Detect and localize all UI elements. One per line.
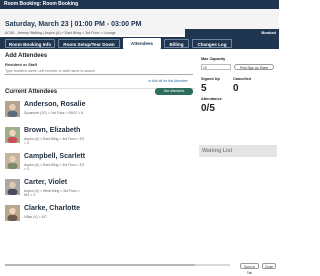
scrollbar-thumb[interactable]: [5, 264, 195, 266]
avatar: [5, 127, 20, 143]
attendee-row[interactable]: Brown, Elizabeth Aspen (A) > East Wing >…: [5, 127, 195, 146]
avatar: [5, 179, 20, 195]
signed-up-count: 5: [201, 83, 207, 94]
print-sign-up-sheet-button[interactable]: Print Sign Up Sheet: [234, 64, 274, 70]
attendee-location: Sycamore (SC) > 3rd Floor > RU02 > A: [24, 111, 84, 115]
current-attendees-title: Current Attendees: [5, 89, 58, 95]
booking-subtitle: AC08 - Jeremy Watling | Aspen (A) > East…: [5, 31, 116, 35]
tab-changes-log[interactable]: Changes Log: [192, 39, 232, 48]
attendee-row[interactable]: Carter, Violet Aspen (A) > West Wing > 3…: [5, 179, 195, 198]
status-bar: Booked: [185, 29, 279, 37]
close-button[interactable]: Close: [262, 263, 276, 269]
tab-room-booking-info[interactable]: Room Booking Info: [5, 39, 55, 48]
open-in-tab-button[interactable]: Open in Tab: [240, 263, 259, 275]
resident-staff-label: Resident or Staff: [5, 62, 38, 67]
attendance-label: Attendance: [201, 97, 222, 101]
booking-title: Saturday, March 23 | 01:00 PM - 03:00 PM: [5, 21, 142, 28]
attendance-count: 0/5: [201, 103, 215, 114]
max-capacity-input[interactable]: 10: [201, 64, 231, 70]
attendee-location: Aspen (A) > East Wing > 3rd Floor > E3 >…: [24, 163, 84, 171]
see-attendees-button[interactable]: See Attendees: [155, 88, 193, 95]
avatar: [5, 153, 20, 169]
tab-billing[interactable]: Billing: [164, 39, 189, 48]
attendee-search-input[interactable]: [5, 68, 193, 75]
booking-header: Saturday, March 23 | 01:00 PM - 03:00 PM…: [0, 9, 279, 37]
attendee-location: Aspen (A) > West Wing > 3rd Floor > W3 >…: [24, 189, 80, 197]
avatar: [5, 205, 20, 221]
attendee-name[interactable]: Anderson, Rosalie: [24, 101, 85, 108]
attendee-name[interactable]: Carter, Violet: [24, 179, 67, 186]
attendee-row[interactable]: Anderson, Rosalie Sycamore (SC) > 3rd Fl…: [5, 101, 195, 120]
add-attendees-title: Add Attendees: [5, 53, 48, 59]
attendee-name[interactable]: Brown, Elizabeth: [24, 127, 80, 134]
attendee-location: Aspen (A) > East Wing > 3rd Floor > E3 >…: [24, 137, 84, 145]
tab-attendees[interactable]: Attendees: [123, 38, 161, 49]
avatar: [5, 101, 20, 117]
status-bar-label: Booked: [261, 30, 276, 35]
horizontal-scrollbar[interactable]: [5, 264, 230, 266]
add-all-link[interactable]: or Add all for this Attendee: [148, 79, 188, 83]
window-title: Room Booking: Room Booking: [0, 0, 279, 9]
waiting-list-header: Waiting List: [199, 145, 277, 157]
signed-up-label: Signed Up: [201, 77, 220, 81]
attendee-name[interactable]: Campbell, Scarlett: [24, 153, 85, 160]
attendee-name[interactable]: Clarke, Charlotte: [24, 205, 80, 212]
cancelled-count: 0: [233, 83, 239, 94]
tab-bar: Room Booking Info Room Setup/Tear Down A…: [0, 37, 279, 49]
attendee-row[interactable]: Clarke, Charlotte Villas (V) > 107: [5, 205, 195, 224]
attendee-row[interactable]: Campbell, Scarlett Aspen (A) > East Wing…: [5, 153, 195, 172]
cancelled-label: Cancelled: [233, 77, 251, 81]
max-capacity-label: Max Capacity: [201, 57, 226, 61]
attendee-location: Villas (V) > 107: [24, 215, 48, 219]
tab-room-setup[interactable]: Room Setup/Tear Down: [58, 39, 120, 48]
